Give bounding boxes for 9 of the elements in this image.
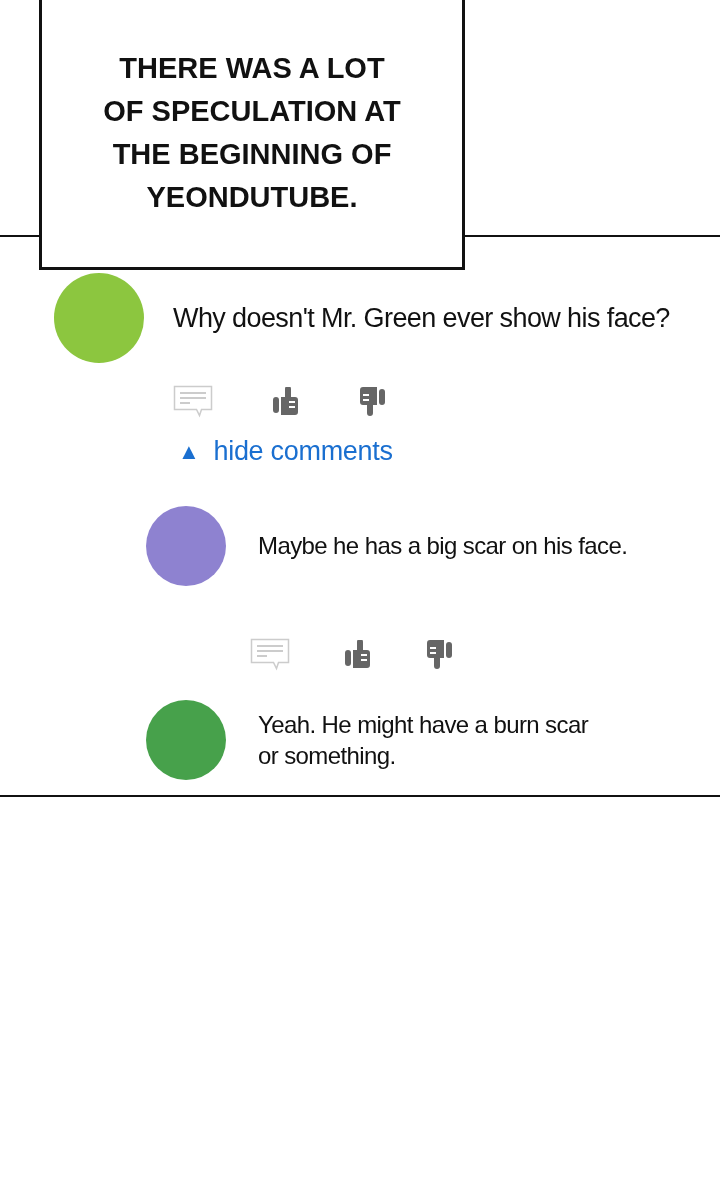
comment-text: Why doesn't Mr. Green ever show his face? xyxy=(173,302,671,335)
hide-comments-link[interactable]: ▲ hide comments xyxy=(178,431,393,472)
comment-text: Maybe he has a big scar on his face. xyxy=(258,531,629,561)
caption-text: THERE WAS A LOT OF SPECULATION AT THE BEGINNING OF YEONDUTUBE. xyxy=(102,51,402,215)
thumbs-up-icon[interactable] xyxy=(273,387,299,417)
thumbs-down-icon[interactable] xyxy=(426,639,452,670)
thumbs-up-icon[interactable] xyxy=(345,639,371,670)
thumbs-down-icon[interactable] xyxy=(359,387,385,417)
comment-text: Yeah. He might have a burn scar or something. xyxy=(258,709,590,771)
